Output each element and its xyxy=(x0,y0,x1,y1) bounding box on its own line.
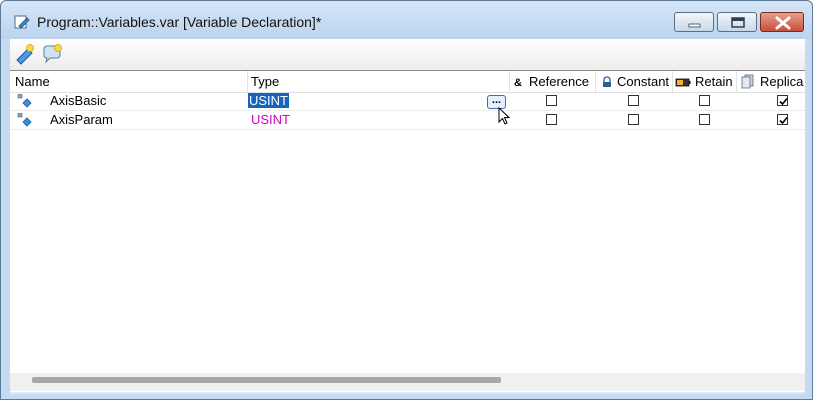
column-header-retain[interactable]: Retain xyxy=(695,71,733,92)
variable-name[interactable]: AxisParam xyxy=(50,111,113,129)
bottom-border xyxy=(10,392,805,394)
column-separator[interactable] xyxy=(672,71,673,92)
column-header-replicable[interactable]: Replica xyxy=(760,71,805,92)
variable-type-selected[interactable]: USINT xyxy=(248,93,289,108)
close-icon xyxy=(775,16,791,30)
column-header-name[interactable]: Name xyxy=(15,71,50,92)
lock-icon xyxy=(600,76,614,89)
svg-text:&: & xyxy=(514,77,522,89)
variable-file-icon xyxy=(14,14,30,30)
variable-type[interactable]: USINT xyxy=(248,92,289,110)
retain-checkbox[interactable] xyxy=(699,95,710,106)
grid-header: Name Type & Reference Constant Retain Re… xyxy=(10,71,805,93)
table-row[interactable]: AxisParam USINT xyxy=(10,111,805,130)
variable-name[interactable]: AxisBasic xyxy=(50,92,106,110)
title-bar[interactable]: Program::Variables.var [Variable Declara… xyxy=(1,1,812,39)
close-button[interactable] xyxy=(760,12,804,32)
reference-checkbox[interactable] xyxy=(546,95,557,106)
column-separator[interactable] xyxy=(736,71,737,92)
minimize-button[interactable] xyxy=(674,12,714,32)
constant-checkbox[interactable] xyxy=(628,95,639,106)
replicable-checkbox[interactable] xyxy=(777,95,788,106)
mouse-cursor-icon xyxy=(498,106,512,127)
column-header-reference[interactable]: Reference xyxy=(529,71,589,92)
variable-icon xyxy=(17,93,33,108)
column-header-constant[interactable]: Constant xyxy=(617,71,669,92)
reference-checkbox[interactable] xyxy=(546,114,557,125)
constant-checkbox[interactable] xyxy=(628,114,639,125)
reference-icon: & xyxy=(513,76,527,89)
check-icon xyxy=(779,97,788,106)
variable-declaration-window: Program::Variables.var [Variable Declara… xyxy=(0,0,813,400)
column-separator[interactable] xyxy=(247,71,248,92)
horizontal-scrollbar-thumb[interactable] xyxy=(32,377,501,383)
table-row[interactable]: AxisBasic USINT xyxy=(10,92,805,111)
column-header-type[interactable]: Type xyxy=(251,71,279,92)
column-separator[interactable] xyxy=(509,71,510,92)
retain-checkbox[interactable] xyxy=(699,114,710,125)
maximize-icon xyxy=(731,17,745,28)
maximize-button[interactable] xyxy=(717,12,757,32)
add-variable-icon[interactable] xyxy=(14,43,36,65)
minimize-icon xyxy=(688,23,701,28)
toolbar xyxy=(10,39,805,71)
variable-icon xyxy=(17,112,33,127)
column-separator[interactable] xyxy=(595,71,596,92)
check-icon xyxy=(779,116,788,125)
replicable-checkbox[interactable] xyxy=(777,114,788,125)
battery-icon xyxy=(675,76,691,89)
add-comment-icon[interactable] xyxy=(41,43,63,65)
replicable-icon xyxy=(740,74,756,89)
variable-grid: Name Type & Reference Constant Retain Re… xyxy=(10,71,805,392)
window-title: Program::Variables.var [Variable Declara… xyxy=(37,14,322,30)
variable-type[interactable]: USINT xyxy=(251,111,290,129)
